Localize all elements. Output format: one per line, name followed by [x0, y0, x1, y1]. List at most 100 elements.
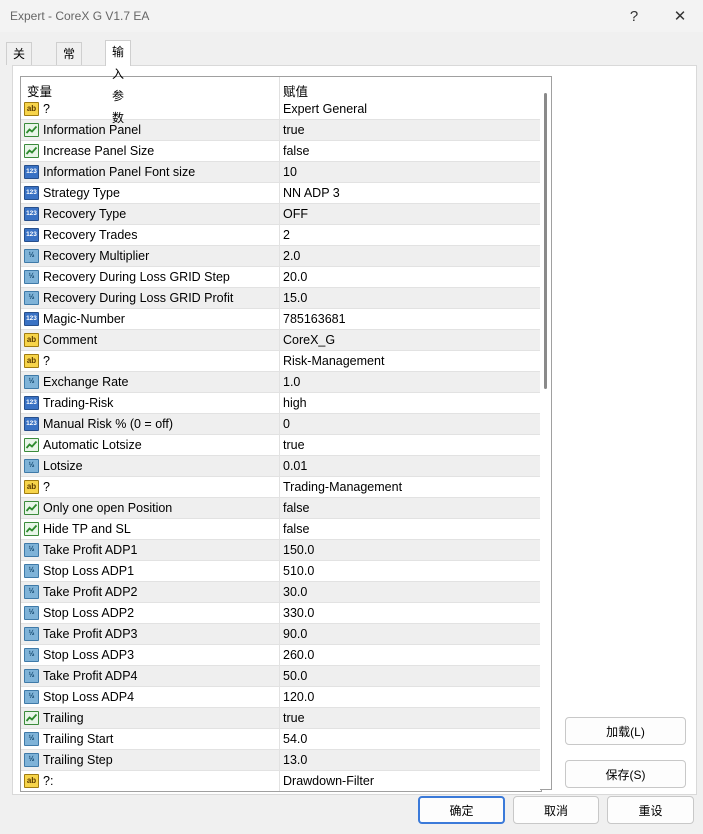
table-row[interactable]: 123 Strategy Type NN ADP 3 — [21, 183, 541, 204]
cell-divider — [279, 603, 280, 623]
tab-common[interactable]: 常用 — [56, 42, 83, 83]
string-type-icon: ab — [24, 354, 39, 368]
table-row[interactable]: 123 Magic-Number 785163681 — [21, 309, 541, 330]
value-cell[interactable]: false — [283, 144, 309, 158]
table-row[interactable]: 123 Manual Risk % (0 = off) 0 — [21, 414, 541, 435]
value-cell[interactable]: false — [283, 501, 309, 515]
value-cell[interactable]: 260.0 — [283, 648, 314, 662]
table-row[interactable]: ½ Take Profit ADP2 30.0 — [21, 582, 541, 603]
column-header-value[interactable]: 赋值 — [283, 81, 308, 100]
value-cell[interactable]: 2.0 — [283, 249, 300, 263]
table-row[interactable]: Trailing true — [21, 708, 541, 729]
cancel-button[interactable]: 取消 — [513, 796, 599, 824]
table-row[interactable]: ab Comment CoreX_G — [21, 330, 541, 351]
value-cell[interactable]: 50.0 — [283, 669, 307, 683]
table-row[interactable]: ½ Stop Loss ADP3 260.0 — [21, 645, 541, 666]
table-row[interactable]: ½ Take Profit ADP3 90.0 — [21, 624, 541, 645]
close-icon[interactable]: ✕ — [663, 4, 697, 28]
value-cell[interactable]: Trading-Management — [283, 480, 402, 494]
value-cell[interactable]: 15.0 — [283, 291, 307, 305]
value-cell[interactable]: Drawdown-Filter — [283, 774, 374, 788]
value-cell[interactable]: true — [283, 711, 305, 725]
table-row[interactable]: ½ Stop Loss ADP2 330.0 — [21, 603, 541, 624]
value-cell[interactable]: 510.0 — [283, 564, 314, 578]
table-row[interactable]: ½ Lotsize 0.01 — [21, 456, 541, 477]
table-row[interactable]: ½ Trailing Step 13.0 — [21, 750, 541, 771]
double-type-icon: ½ — [24, 291, 39, 305]
value-cell[interactable]: OFF — [283, 207, 308, 221]
value-cell[interactable]: 54.0 — [283, 732, 307, 746]
load-button[interactable]: 加载(L) — [565, 717, 686, 745]
table-row[interactable]: Information Panel true — [21, 120, 541, 141]
variable-cell: Automatic Lotsize — [43, 438, 142, 452]
column-header-variable[interactable]: 变量 — [27, 81, 52, 100]
table-row[interactable]: ½ Take Profit ADP1 150.0 — [21, 540, 541, 561]
table-row[interactable]: ½ Recovery Multiplier 2.0 — [21, 246, 541, 267]
table-row[interactable]: Automatic Lotsize true — [21, 435, 541, 456]
value-cell[interactable]: 13.0 — [283, 753, 307, 767]
value-cell[interactable]: 150.0 — [283, 543, 314, 557]
value-cell[interactable]: 785163681 — [283, 312, 346, 326]
variable-cell: Comment — [43, 333, 98, 347]
value-cell[interactable]: 90.0 — [283, 627, 307, 641]
table-row[interactable]: ab? Trading-Management — [21, 477, 541, 498]
value-cell[interactable]: Risk-Management — [283, 354, 384, 368]
double-type-icon: ½ — [24, 732, 39, 746]
value-cell[interactable]: 1.0 — [283, 375, 300, 389]
value-cell[interactable]: 330.0 — [283, 606, 314, 620]
variable-cell: Take Profit ADP3 — [43, 627, 138, 641]
variable-cell: Trailing Start — [43, 732, 114, 746]
table-row[interactable]: ab? Expert General — [21, 99, 541, 120]
value-cell[interactable]: 0 — [283, 417, 290, 431]
help-icon[interactable]: ? — [617, 4, 651, 28]
value-cell[interactable]: 30.0 — [283, 585, 307, 599]
boolean-type-icon — [24, 438, 39, 452]
double-type-icon: ½ — [24, 690, 39, 704]
value-cell[interactable]: 0.01 — [283, 459, 307, 473]
variable-cell: Manual Risk % (0 = off) — [43, 417, 174, 431]
ok-button[interactable]: 确定 — [418, 796, 505, 824]
value-cell[interactable]: CoreX_G — [283, 333, 335, 347]
table-row[interactable]: ½ Trailing Start 54.0 — [21, 729, 541, 750]
column-divider[interactable] — [279, 77, 280, 99]
value-cell[interactable]: 120.0 — [283, 690, 314, 704]
table-row[interactable]: ½ Exchange Rate 1.0 — [21, 372, 541, 393]
cell-divider — [279, 183, 280, 203]
variable-cell: Only one open Position — [43, 501, 173, 515]
save-button[interactable]: 保存(S) — [565, 760, 686, 788]
table-row[interactable]: ½ Stop Loss ADP1 510.0 — [21, 561, 541, 582]
value-cell[interactable]: true — [283, 438, 305, 452]
table-row[interactable]: ½ Recovery During Loss GRID Step 20.0 — [21, 267, 541, 288]
variable-cell: Trading-Risk — [43, 396, 114, 410]
table-row[interactable]: Only one open Position false — [21, 498, 541, 519]
table-row[interactable]: ½ Recovery During Loss GRID Profit 15.0 — [21, 288, 541, 309]
cell-divider — [279, 288, 280, 308]
table-row[interactable]: 123 Information Panel Font size 10 — [21, 162, 541, 183]
table-row[interactable]: 123 Recovery Type OFF — [21, 204, 541, 225]
scrollbar-thumb[interactable] — [544, 93, 547, 389]
value-cell[interactable]: 2 — [283, 228, 290, 242]
reset-button[interactable]: 重设 — [607, 796, 694, 824]
table-row[interactable]: Increase Panel Size false — [21, 141, 541, 162]
table-row[interactable]: ab?: Drawdown-Filter — [21, 771, 541, 791]
table-row[interactable]: ½ Stop Loss ADP4 120.0 — [21, 687, 541, 708]
parameters-grid[interactable]: 变量 赋值 ab? Expert General Information Panel… — [20, 76, 542, 792]
table-row[interactable]: 123 Trading-Risk high — [21, 393, 541, 414]
table-row[interactable]: ½ Take Profit ADP4 50.0 — [21, 666, 541, 687]
value-cell[interactable]: NN ADP 3 — [283, 186, 340, 200]
grid-scrollbar[interactable] — [540, 76, 552, 790]
table-row[interactable]: ab? Risk-Management — [21, 351, 541, 372]
value-cell[interactable]: false — [283, 522, 309, 536]
value-cell[interactable]: high — [283, 396, 307, 410]
value-cell[interactable]: Expert General — [283, 102, 367, 116]
value-cell[interactable]: true — [283, 123, 305, 137]
tab-about[interactable]: 关于 — [6, 42, 33, 83]
tab-inputs[interactable]: 输入参数 — [105, 40, 132, 125]
value-cell[interactable]: 10 — [283, 165, 297, 179]
cell-divider — [279, 582, 280, 602]
cell-divider — [279, 372, 280, 392]
table-row[interactable]: Hide TP and SL false — [21, 519, 541, 540]
table-row[interactable]: 123 Recovery Trades 2 — [21, 225, 541, 246]
cell-divider — [279, 351, 280, 371]
value-cell[interactable]: 20.0 — [283, 270, 307, 284]
